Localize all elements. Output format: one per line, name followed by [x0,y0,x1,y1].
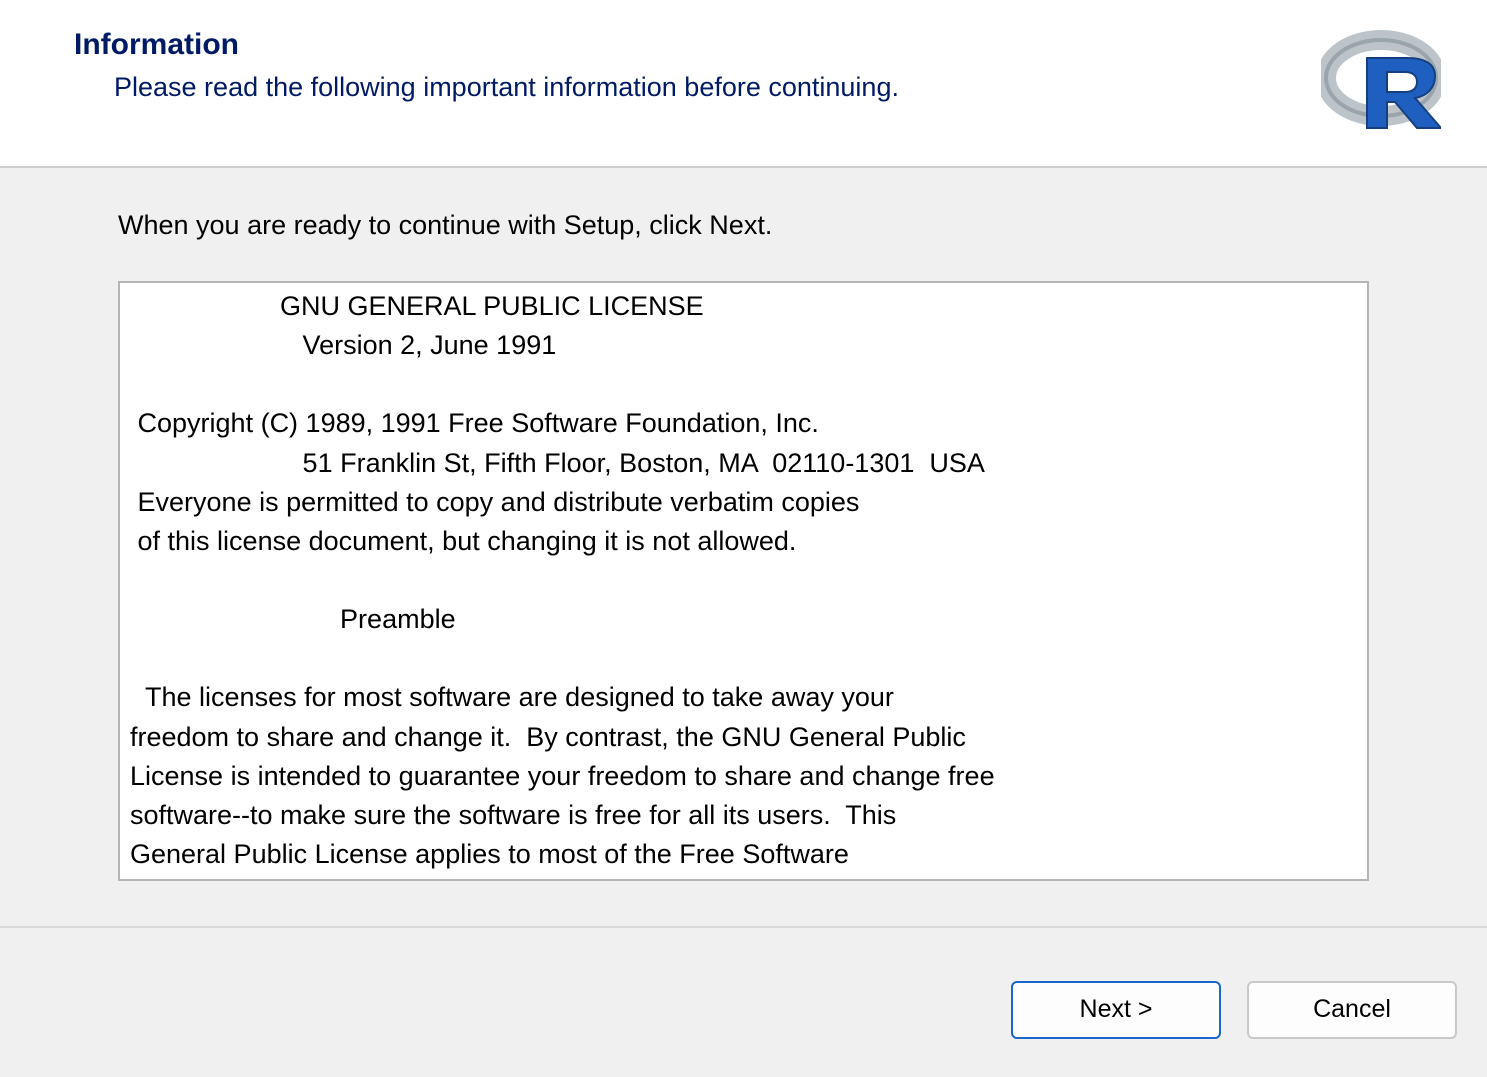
next-button[interactable]: Next > [1011,981,1221,1039]
license-textbox[interactable]: GNU GENERAL PUBLIC LICENSE Version 2, Ju… [118,281,1369,881]
wizard-footer: Next > Cancel [0,928,1487,1077]
cancel-button[interactable]: Cancel [1247,981,1457,1039]
page-subtitle: Please read the following important info… [114,72,1321,103]
wizard-header: Information Please read the following im… [0,0,1487,168]
instruction-text: When you are ready to continue with Setu… [118,210,1369,241]
page-title: Information [74,28,1321,62]
r-project-logo-icon [1321,28,1441,138]
wizard-header-text: Information Please read the following im… [74,28,1321,103]
wizard-body: When you are ready to continue with Setu… [0,168,1487,928]
